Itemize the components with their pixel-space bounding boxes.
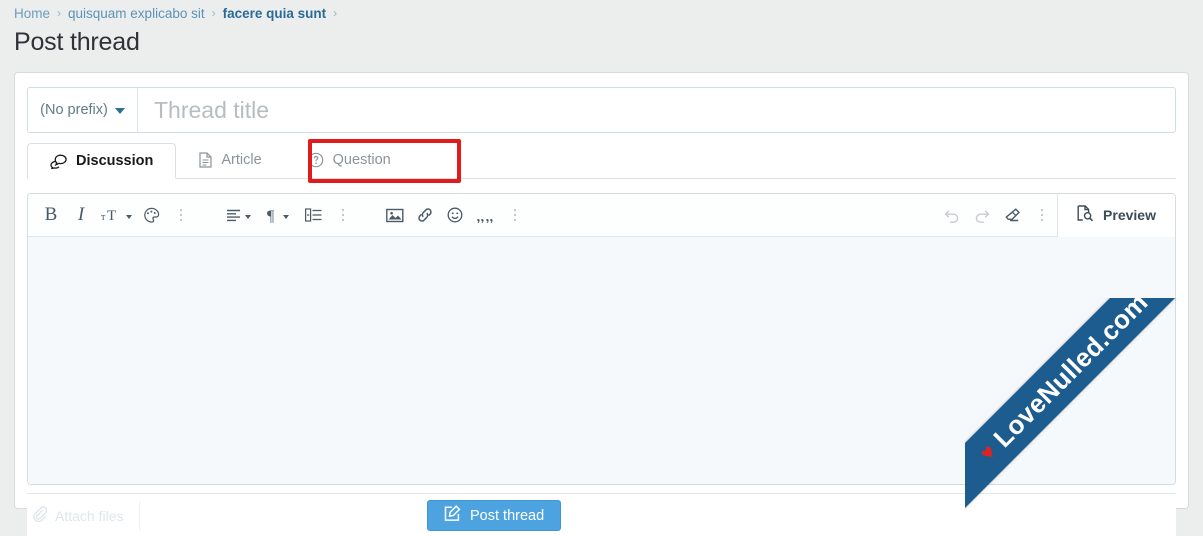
pencil-square-icon — [444, 505, 461, 526]
prefix-select[interactable]: (No prefix) — [28, 88, 138, 132]
tab-article-label: Article — [221, 152, 262, 168]
more-insert-button[interactable] — [500, 199, 530, 231]
attach-files-label: Attach files — [55, 507, 124, 524]
post-thread-submit-label: Post thread — [470, 507, 545, 524]
post-thread-submit-button[interactable]: Post thread — [427, 500, 562, 531]
bold-button[interactable]: B — [36, 199, 66, 231]
comments-icon — [50, 154, 67, 169]
rich-text-editor: B I т T ¶ „ „ Preview — [27, 193, 1176, 485]
breadcrumb-separator: › — [333, 6, 338, 20]
breadcrumb-item-current[interactable]: facere quia sunt — [223, 6, 327, 21]
tab-discussion-label: Discussion — [76, 153, 154, 169]
more-options-button[interactable] — [1027, 199, 1057, 231]
breadcrumb-separator: › — [211, 6, 216, 20]
svg-text:¶: ¶ — [267, 208, 275, 223]
insert-smilie-icon[interactable] — [440, 199, 470, 231]
paperclip-icon — [31, 506, 48, 525]
vertical-dots-icon — [513, 208, 517, 222]
chevron-down-icon — [283, 214, 289, 219]
editor-footer: Attach files Post thread — [27, 493, 1176, 536]
breadcrumb-item-forum[interactable]: quisquam explicabo sit — [68, 6, 205, 21]
insert-link-button[interactable] — [410, 199, 440, 231]
question-circle-icon — [308, 152, 324, 168]
italic-button[interactable]: I — [66, 199, 96, 231]
svg-text:„: „ — [476, 208, 484, 223]
post-type-tabs: Discussion Article Question — [27, 143, 1176, 179]
editor-toolbar: B I т T ¶ „ „ Preview — [28, 194, 1175, 237]
more-formatting-button[interactable] — [166, 199, 196, 231]
remove-formatting-button[interactable] — [997, 199, 1027, 231]
document-search-icon — [1077, 205, 1094, 225]
vertical-dots-icon — [1040, 208, 1044, 222]
post-thread-page: Home › quisquam explicabo sit › facere q… — [0, 0, 1203, 536]
chevron-down-icon — [125, 214, 132, 219]
breadcrumb: Home › quisquam explicabo sit › facere q… — [14, 4, 344, 22]
insert-quote-button[interactable]: „ „ — [470, 199, 500, 231]
tab-article[interactable]: Article — [176, 142, 284, 178]
tab-question[interactable]: Question — [285, 142, 414, 178]
post-thread-card: (No prefix) Discussion — [14, 72, 1189, 536]
svg-text:T: T — [107, 208, 116, 223]
chevron-down-icon — [244, 214, 251, 219]
insert-image-button[interactable] — [380, 199, 410, 231]
more-paragraph-button[interactable] — [328, 199, 358, 231]
font-size-button[interactable]: т T — [96, 199, 136, 231]
chevron-down-icon — [114, 108, 125, 114]
list-indent-button[interactable] — [298, 199, 328, 231]
tab-discussion[interactable]: Discussion — [27, 143, 177, 179]
page-title: Post thread — [14, 28, 140, 56]
align-button[interactable] — [218, 199, 258, 231]
prefix-select-label: (No prefix) — [40, 102, 108, 118]
svg-text:т: т — [101, 212, 106, 223]
paragraph-format-button[interactable]: ¶ — [258, 199, 298, 231]
redo-button[interactable] — [967, 199, 997, 231]
editor-content-area[interactable] — [28, 237, 1175, 484]
text-color-button[interactable] — [136, 199, 166, 231]
breadcrumb-separator: › — [57, 6, 62, 20]
vertical-dots-icon — [341, 208, 345, 222]
preview-button-label: Preview — [1103, 207, 1156, 223]
thread-title-row: (No prefix) — [27, 87, 1176, 133]
tab-question-label: Question — [332, 152, 391, 168]
document-icon — [199, 152, 212, 168]
thread-title-input[interactable] — [138, 88, 1175, 132]
preview-button[interactable]: Preview — [1057, 194, 1175, 237]
vertical-dots-icon — [179, 208, 183, 222]
attach-files-button[interactable]: Attach files — [27, 500, 141, 531]
svg-text:„: „ — [485, 208, 493, 223]
breadcrumb-item-home[interactable]: Home — [14, 6, 50, 21]
undo-button[interactable] — [937, 199, 967, 231]
